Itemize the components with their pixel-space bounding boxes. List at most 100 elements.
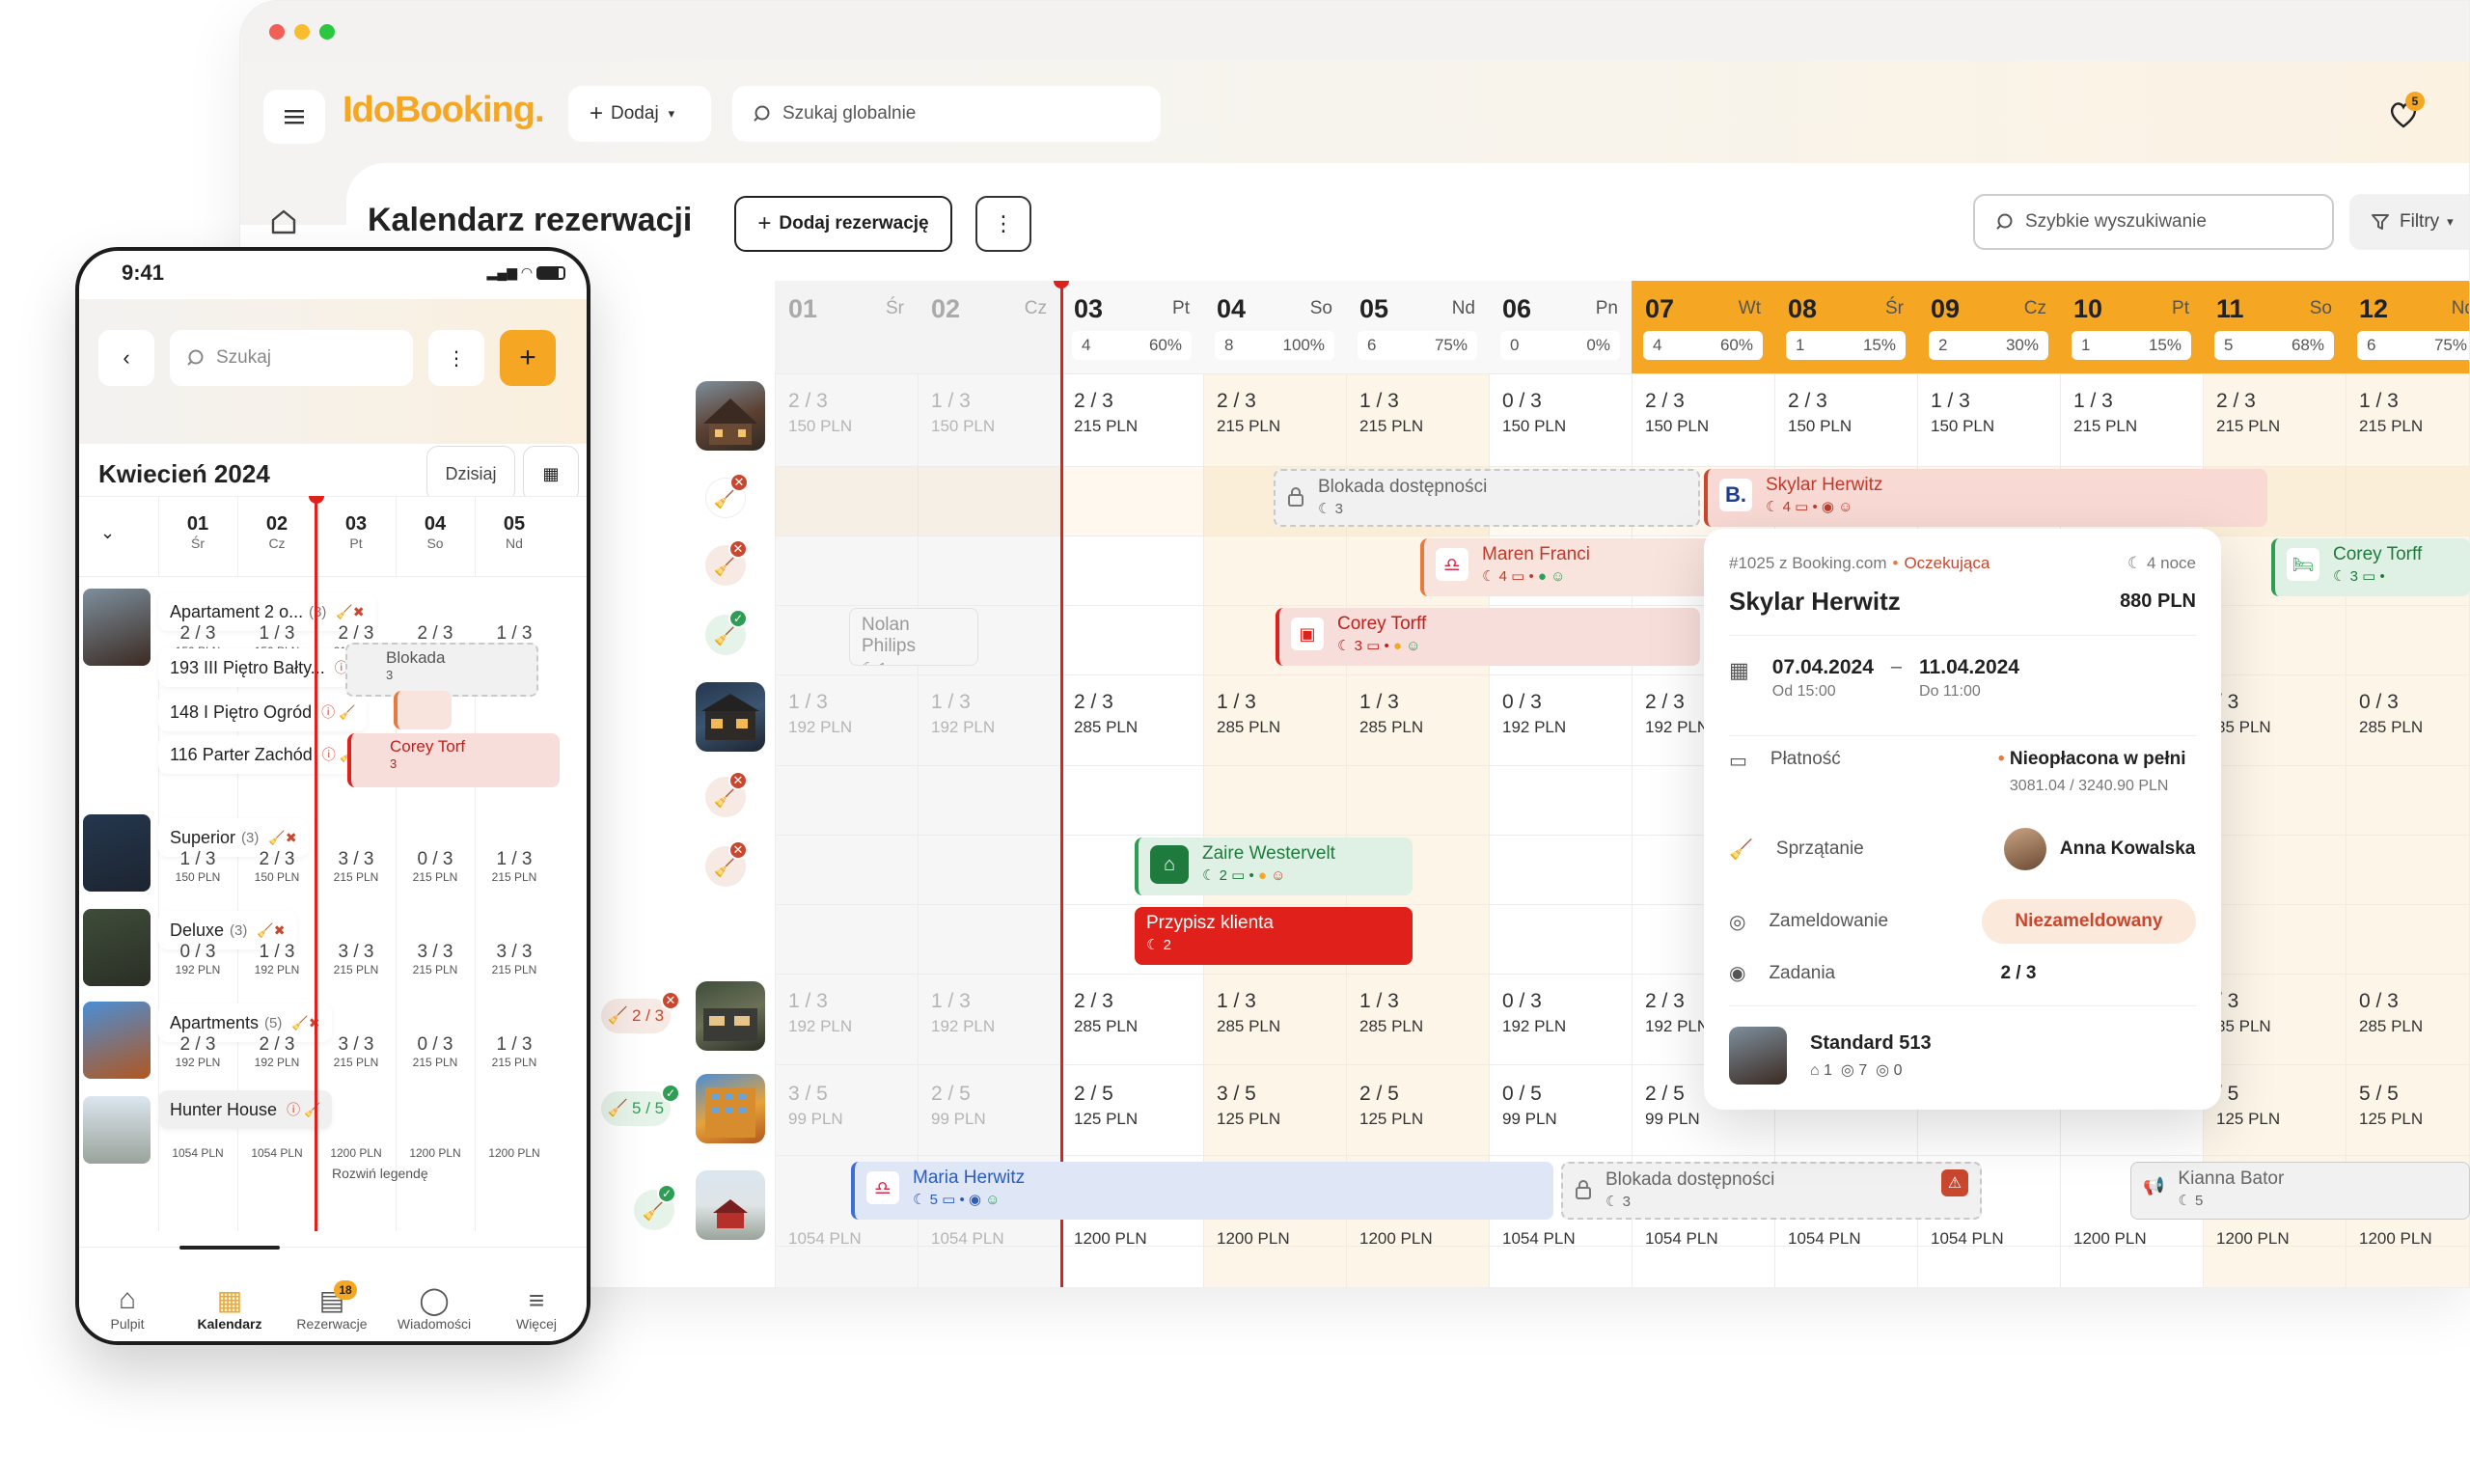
availability-cell[interactable]: 1 / 3 192 PLN [788, 690, 852, 740]
availability-cell[interactable]: 1 / 3 285 PLN [1217, 989, 1280, 1039]
price-cell[interactable]: 1054 PLN [1502, 1226, 1576, 1251]
cleaning-status[interactable]: 🧹 ✕ [705, 840, 748, 887]
maximize-window-button[interactable] [319, 24, 335, 40]
availability-cell[interactable]: 3 / 3 215 PLN [316, 849, 396, 884]
availability-cell[interactable]: 2 / 5 125 PLN [1074, 1082, 1138, 1132]
filters-button[interactable]: Filtry ▾ [2349, 194, 2469, 250]
more-options-button[interactable]: ⋮ [975, 196, 1031, 252]
availability-cell[interactable]: 1 / 3 192 PLN [788, 989, 852, 1039]
availability-cell[interactable]: 3 / 3 215 PLN [475, 942, 554, 976]
booking-corey[interactable]: ▣ Corey Torff ☾ 3 ▭ • ● ☺ [1276, 608, 1700, 666]
availability-cell[interactable]: 1 / 3 150 PLN [931, 389, 995, 439]
assign-client-button[interactable]: Przypisz klienta ☾ 2 [1135, 907, 1413, 965]
day-header-04[interactable]: 04 So [396, 513, 475, 551]
availability-cell[interactable]: 1 / 3 285 PLN [1217, 690, 1280, 740]
back-button[interactable]: ‹ [98, 330, 154, 386]
price-cell[interactable]: 1200 PLN [2073, 1226, 2147, 1251]
availability-cell[interactable]: 1 / 3 285 PLN [1359, 690, 1423, 740]
booking-corey[interactable]: Corey Torf 3 [347, 733, 560, 787]
availability-cell[interactable]: 2 / 5 99 PLN [931, 1082, 986, 1132]
availability-cell[interactable]: 3 / 3 215 PLN [316, 1034, 396, 1069]
availability-cell[interactable]: 1 / 3215 PLN [475, 1034, 554, 1069]
availability-cell[interactable]: 1 / 3 192 PLN [931, 989, 995, 1039]
availability-cell[interactable]: 2 / 3 192 PLN [237, 1034, 316, 1069]
availability-cell[interactable]: 2 / 3 192 PLN [1645, 989, 1709, 1039]
cleaning-status[interactable]: 🧹 ✕ [705, 473, 749, 518]
availability-cell[interactable]: 2 / 3 285 PLN [1074, 989, 1138, 1039]
availability-cell[interactable]: 0 / 3 285 PLN [2359, 989, 2423, 1039]
availability-cell[interactable]: 0 / 3 215 PLN [396, 849, 475, 884]
availability-cell[interactable]: 0 / 3 215 PLN [396, 1034, 475, 1069]
cleaning-status[interactable]: 🧹 ✓ [705, 609, 748, 655]
global-search-input[interactable]: Szukaj globalnie [732, 86, 1161, 142]
booking-kianna[interactable]: 📢 Kianna Bator ☾ 5 [2130, 1162, 2470, 1220]
availability-cell[interactable]: 1 / 3 192 PLN [931, 690, 995, 740]
add-dropdown[interactable]: + Dodaj ▾ [568, 86, 711, 142]
price-cell[interactable]: 1200 PLN [1217, 1226, 1290, 1251]
availability-cell[interactable]: 1 / 3215 PLN [2359, 389, 2423, 439]
availability-cell[interactable]: 2 / 3 215 PLN [1217, 389, 1280, 439]
availability-cell[interactable]: 0 / 3 192 PLN [158, 942, 237, 976]
day-header-11[interactable]: 11 So 5 68% [2203, 281, 2346, 373]
booking-blokada[interactable]: Blokada 3 [345, 643, 538, 697]
tab-wiecej[interactable]: ≡ Więcej [488, 1285, 585, 1332]
price-cell[interactable]: 1054 PLN [1645, 1226, 1718, 1251]
price-cell[interactable]: 1054 PLN [1931, 1226, 2004, 1251]
calendar-picker-button[interactable]: ▦ [523, 446, 579, 502]
home-icon[interactable] [269, 207, 298, 236]
availability-cell[interactable]: 2 / 3 192 PLN [158, 1034, 237, 1069]
availability-cell[interactable]: 3 / 5 125 PLN [1217, 1082, 1280, 1132]
cleaning-count-badge[interactable]: 🧹 5 / 5 ✓ [601, 1084, 680, 1126]
tab-pulpit[interactable]: ⌂ Pulpit [79, 1283, 176, 1332]
availability-cell[interactable]: / 3 85 PLN [2216, 690, 2271, 740]
mobile-search-input[interactable]: Szukaj [170, 330, 413, 386]
checkin-status-button[interactable]: Niezameldowany [1981, 899, 2196, 944]
add-button[interactable]: + [500, 330, 556, 386]
day-header-04[interactable]: 04 So 8 100% [1203, 281, 1346, 373]
room-label-r116[interactable]: 116 Parter Zachód ⓘ 🧹 [158, 735, 369, 774]
availability-cell[interactable]: 2 / 5 125 PLN [1359, 1082, 1423, 1132]
cleaning-status[interactable]: 🧹 ✓ [634, 1184, 676, 1230]
day-header-01[interactable]: 01 Śr [158, 513, 237, 551]
availability-cell[interactable]: 0 / 3 192 PLN [1502, 690, 1566, 740]
availability-cell[interactable]: 0 / 5 99 PLN [1502, 1082, 1557, 1132]
price-cell[interactable]: 1054 PLN [931, 1226, 1004, 1251]
booking-zaire[interactable]: ⌂ Zaire Westervelt ☾ 2 ▭ • ● ☺ [1135, 838, 1413, 895]
day-header-02[interactable]: 02 Cz [918, 281, 1060, 373]
menu-button[interactable] [263, 90, 325, 144]
day-header-09[interactable]: 09 Cz 2 30% [1917, 281, 2060, 373]
price-cell[interactable]: 1200 PLN [2359, 1226, 2432, 1251]
availability-cell[interactable]: 2 / 3 192 PLN [1645, 690, 1709, 740]
availability-cell[interactable]: 1 / 3215 PLN [475, 849, 554, 884]
availability-cell[interactable]: 1 / 3215 PLN [1359, 389, 1423, 439]
day-header-12[interactable]: 12 Nd 6 75% [2346, 281, 2469, 373]
availability-cell[interactable]: 2 / 3 215 PLN [2216, 389, 2280, 439]
cleaning-status[interactable]: 🧹 ✕ [705, 771, 748, 817]
price-cell[interactable]: 1054 PLN [1788, 1226, 1861, 1251]
booking-corey-right[interactable]: 🛏 Corey Torff ☾ 3 ▭ • [2271, 538, 2470, 596]
room-label-r148[interactable]: 148 I Piętro Ogród ⓘ 🧹 [158, 693, 368, 731]
price-cell[interactable]: 1200 PLN [1074, 1226, 1147, 1251]
availability-cell[interactable]: 3 / 3 215 PLN [316, 942, 396, 976]
minimize-window-button[interactable] [294, 24, 310, 40]
expand-legend-button[interactable]: Rozwiń legendę [332, 1166, 428, 1181]
availability-cell[interactable]: 2 / 3 150 PLN [1788, 389, 1852, 439]
booking-skylar[interactable]: B. Skylar Herwitz ☾ 4 ▭ • ◉ ☺ [1704, 469, 2267, 527]
day-header-08[interactable]: 08 Śr 1 15% [1774, 281, 1917, 373]
day-header-03[interactable]: 03 Pt 4 60% [1060, 281, 1203, 373]
notifications-button[interactable]: 5 [2388, 92, 2427, 132]
day-header-02[interactable]: 02 Cz [237, 513, 316, 551]
price-cell[interactable]: 1200 PLN [475, 1146, 554, 1160]
booking-maren[interactable]: ♎ Maren Franci ☾ 4 ▭ • ● ☺ [1420, 538, 1715, 596]
availability-cell[interactable]: 3 / 3 215 PLN [396, 942, 475, 976]
day-header-06[interactable]: 06 Pn 0 0% [1489, 281, 1632, 373]
tab-kalendarz[interactable]: ▦ Kalendarz [181, 1284, 278, 1332]
availability-cell[interactable]: 2 / 3 215 PLN [1074, 389, 1138, 439]
availability-cell[interactable]: 2 / 3 285 PLN [1074, 690, 1138, 740]
booking-stub[interactable] [394, 691, 452, 729]
cleaning-count-badge[interactable]: 🧹 2 / 3 ✕ [601, 991, 680, 1033]
price-cell[interactable]: 1054 PLN [788, 1226, 862, 1251]
tab-rezerwacje[interactable]: ▤ 18 Rezerwacje [284, 1280, 380, 1332]
availability-cell[interactable]: 1 / 3215 PLN [2073, 389, 2137, 439]
availability-cell[interactable]: 2 / 3 150 PLN [1645, 389, 1709, 439]
